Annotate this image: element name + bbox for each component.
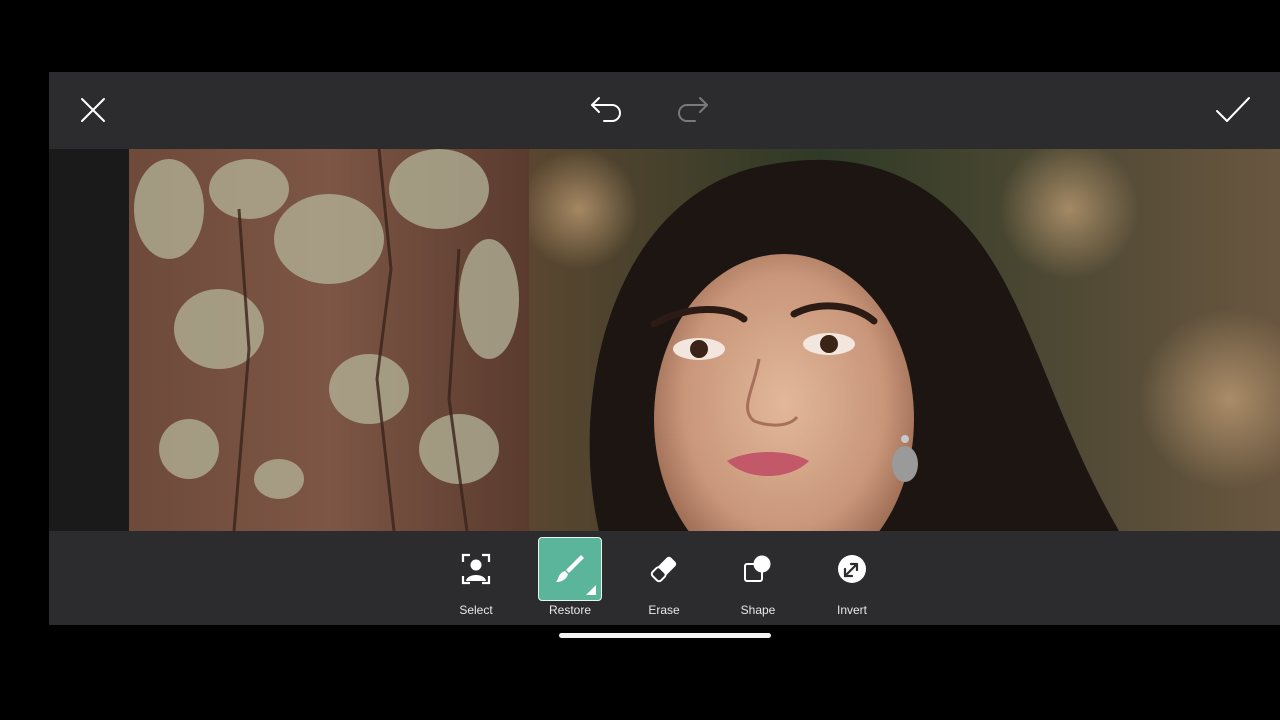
tool-restore-label: Restore bbox=[548, 603, 592, 617]
redo-button[interactable] bbox=[669, 86, 717, 134]
brush-icon bbox=[556, 555, 584, 582]
tool-invert-tile bbox=[820, 537, 884, 601]
tool-invert[interactable]: Invert bbox=[820, 537, 884, 617]
bottom-toolbar: Select Restore Erase Shape Invert bbox=[49, 531, 1280, 625]
tool-erase-tile bbox=[632, 537, 696, 601]
tool-shape-tile bbox=[726, 537, 790, 601]
checkmark-icon bbox=[1216, 97, 1250, 122]
top-toolbar bbox=[49, 72, 1280, 149]
tool-invert-label: Invert bbox=[836, 603, 867, 617]
redo-icon bbox=[678, 97, 708, 122]
shape-icon bbox=[744, 555, 771, 582]
apply-button[interactable] bbox=[1209, 86, 1257, 134]
close-icon bbox=[81, 98, 105, 122]
person-select-icon bbox=[461, 553, 491, 585]
invert-icon bbox=[838, 555, 866, 583]
eraser-icon bbox=[650, 556, 677, 583]
close-button[interactable] bbox=[69, 86, 117, 134]
tool-select[interactable]: Select bbox=[444, 537, 508, 617]
tool-erase-label: Erase bbox=[648, 603, 680, 617]
tool-shape[interactable]: Shape bbox=[726, 537, 790, 617]
undo-icon bbox=[591, 97, 621, 122]
tool-shape-label: Shape bbox=[740, 603, 776, 617]
tool-restore-tile bbox=[538, 537, 602, 601]
editor-window: Select Restore Erase Shape Invert bbox=[49, 72, 1280, 625]
home-indicator[interactable] bbox=[559, 633, 771, 638]
undo-button[interactable] bbox=[582, 86, 630, 134]
tool-erase[interactable]: Erase bbox=[632, 537, 696, 617]
tool-select-label: Select bbox=[459, 603, 493, 617]
photo-image bbox=[129, 149, 1280, 531]
tool-restore[interactable]: Restore bbox=[538, 537, 602, 617]
portrait-photo[interactable] bbox=[129, 149, 1280, 531]
corner-indicator-icon bbox=[586, 585, 596, 595]
tool-select-tile bbox=[444, 537, 508, 601]
editing-canvas[interactable] bbox=[49, 149, 1280, 531]
